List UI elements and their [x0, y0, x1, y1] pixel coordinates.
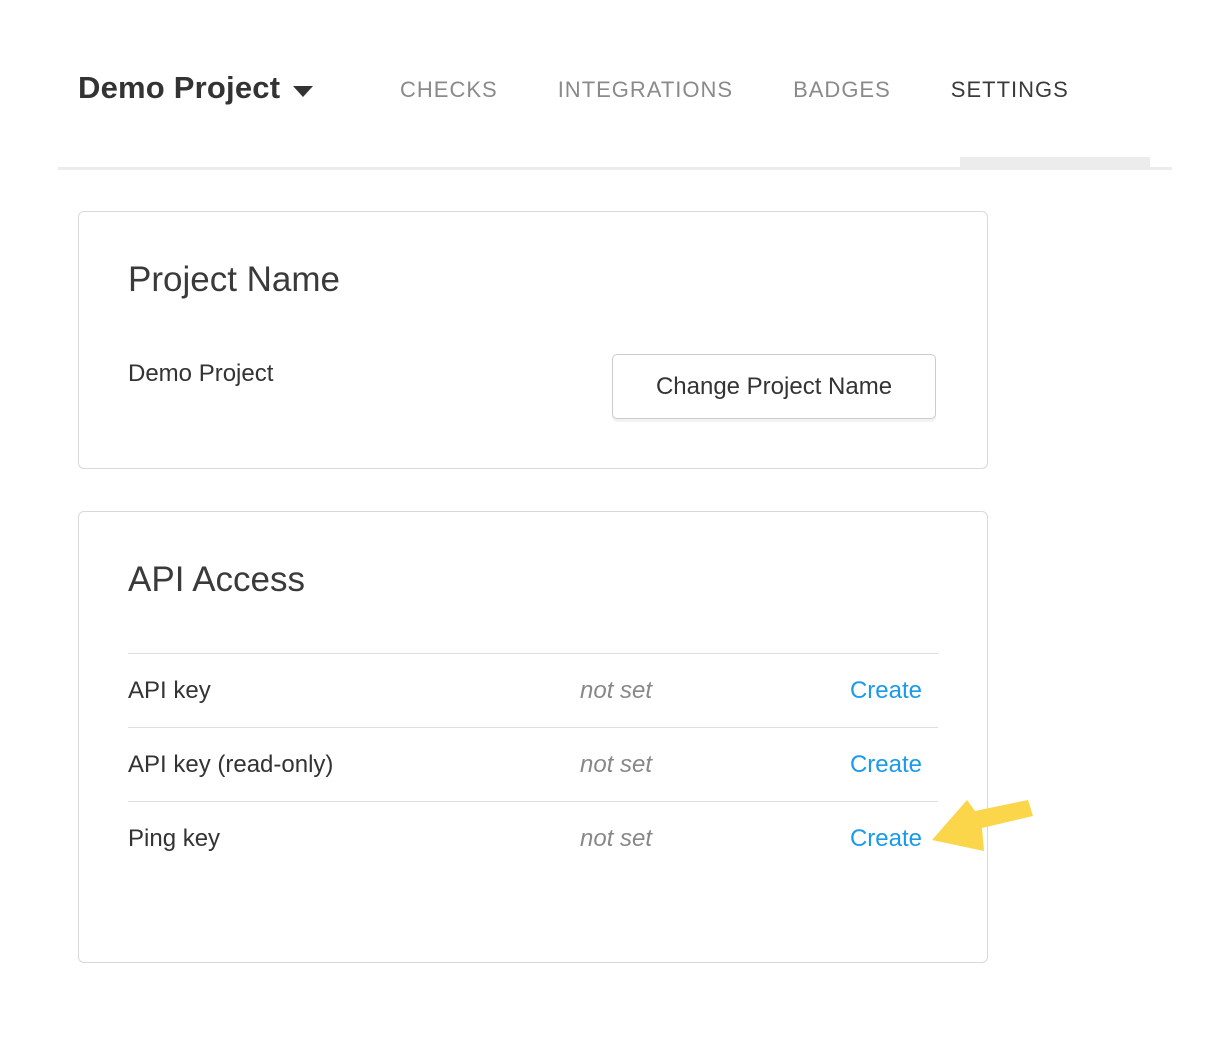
project-name-card-title: Project Name	[128, 260, 340, 300]
project-name-value: Demo Project	[128, 360, 273, 388]
table-row-ping-key: Ping key not set Create	[128, 801, 938, 875]
api-key-value: not set	[580, 677, 850, 705]
project-switcher-dropdown[interactable]: Demo Project	[78, 70, 313, 106]
api-key-label: API key	[128, 677, 580, 705]
api-key-create-link[interactable]: Create	[850, 677, 938, 705]
ping-key-create-link[interactable]: Create	[850, 825, 938, 853]
tab-integrations[interactable]: INTEGRATIONS	[558, 77, 733, 103]
api-key-read-only-value: not set	[580, 751, 850, 779]
change-project-name-button[interactable]: Change Project Name	[612, 354, 936, 419]
tab-badges[interactable]: BADGES	[793, 77, 891, 103]
api-access-card: API Access API key not set Create API ke…	[78, 511, 988, 963]
api-key-read-only-label: API key (read-only)	[128, 751, 580, 779]
api-access-card-title: API Access	[128, 560, 305, 600]
api-access-table: API key not set Create API key (read-onl…	[128, 653, 938, 875]
ping-key-label: Ping key	[128, 825, 580, 853]
tab-checks[interactable]: CHECKS	[400, 77, 498, 103]
header-divider	[58, 167, 1172, 170]
api-key-read-only-create-link[interactable]: Create	[850, 751, 938, 779]
ping-key-value: not set	[580, 825, 850, 853]
table-row-api-key: API key not set Create	[128, 653, 938, 727]
project-title: Demo Project	[78, 70, 280, 106]
tab-settings[interactable]: SETTINGS	[951, 77, 1069, 103]
header: Demo Project CHECKS INTEGRATIONS BADGES …	[0, 0, 1220, 170]
chevron-down-icon	[293, 86, 313, 97]
table-row-api-key-read-only: API key (read-only) not set Create	[128, 727, 938, 801]
main-nav-tabs: CHECKS INTEGRATIONS BADGES SETTINGS	[400, 77, 1069, 103]
project-name-card: Project Name Demo Project Change Project…	[78, 211, 988, 469]
